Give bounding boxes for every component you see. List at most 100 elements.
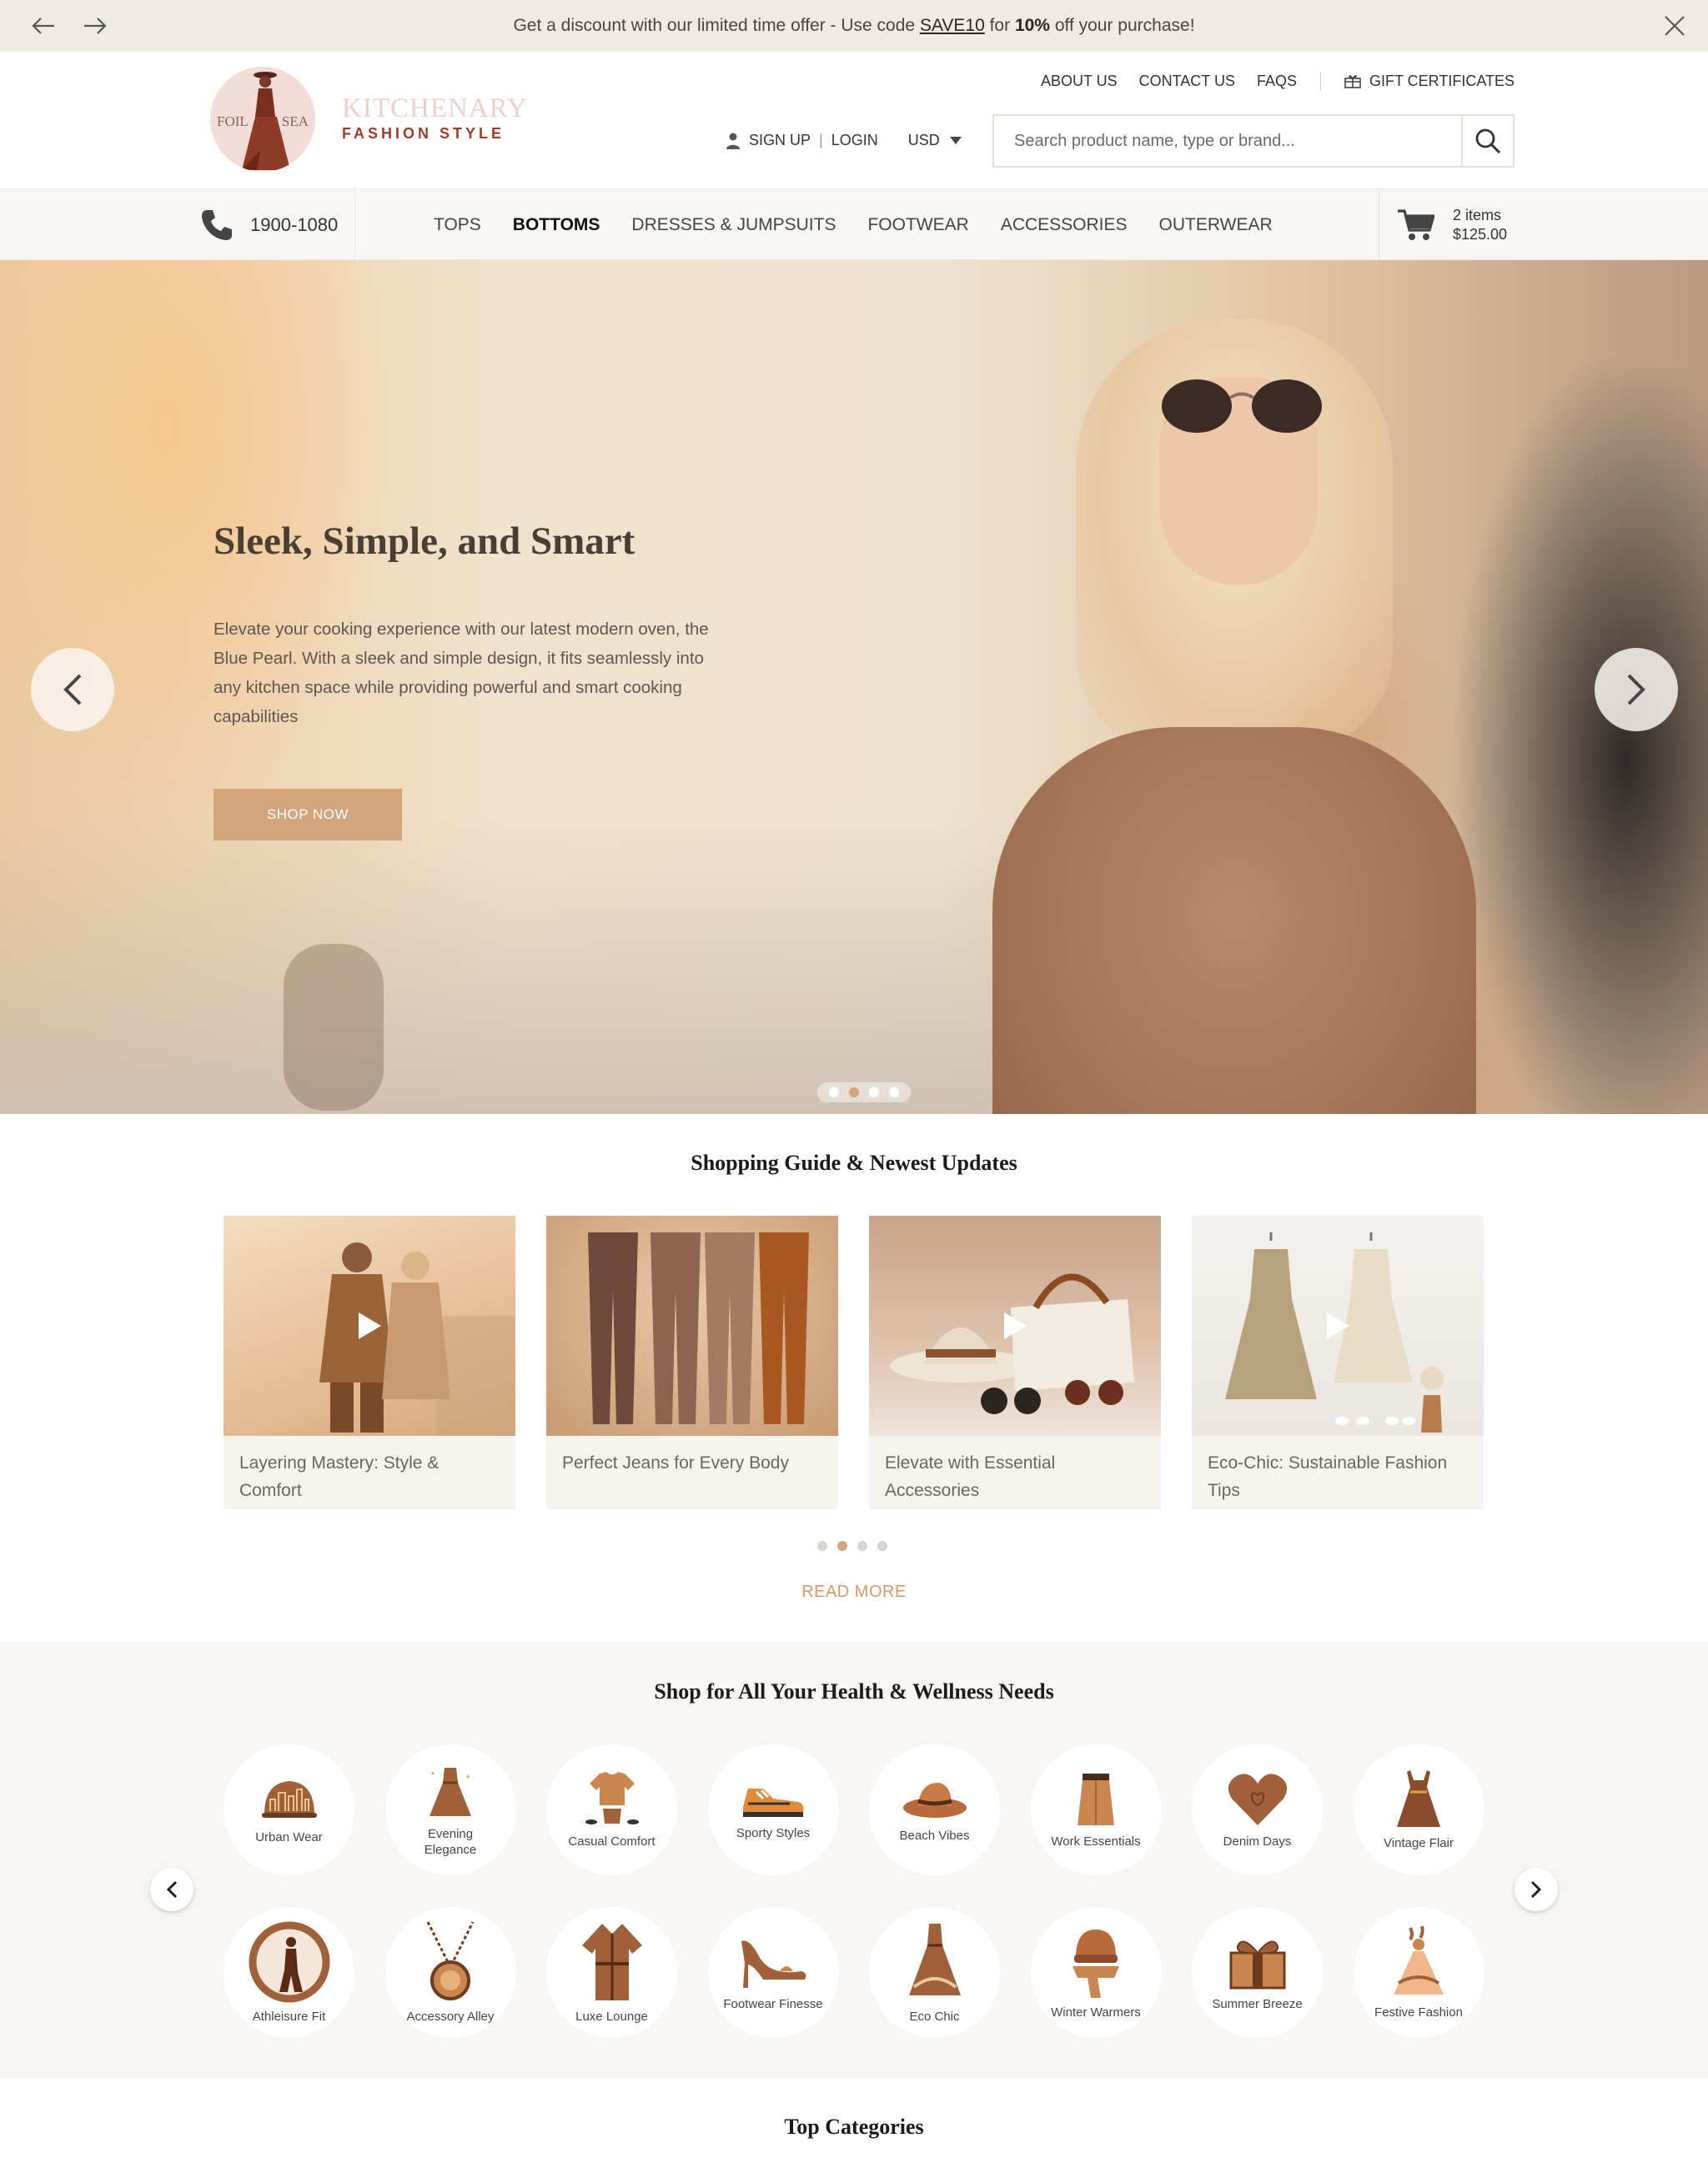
- category-urban-wear[interactable]: Urban Wear: [224, 1744, 354, 1875]
- top-categories-title: Top Categories: [784, 2115, 924, 2139]
- guide-dot[interactable]: [857, 1541, 867, 1551]
- guide-pagination: [817, 1541, 887, 1551]
- hat-city-icon: [261, 1781, 317, 1818]
- category-label: Vintage Flair: [1384, 1836, 1454, 1850]
- search-box: [992, 114, 1515, 168]
- hero-dot-active[interactable]: [849, 1087, 859, 1097]
- hero-description: Elevate your cooking experience with our…: [214, 620, 709, 726]
- category-summer-breeze[interactable]: Summer Breeze: [1192, 1907, 1323, 2038]
- categories-next-button[interactable]: [1515, 1868, 1558, 1911]
- nav-item-accessories[interactable]: ACCESSORIES: [1001, 215, 1128, 235]
- site-header: FOIL SEA KITCHENARY FASHION STYLE ABOUT …: [0, 52, 1708, 188]
- category-sporty-styles[interactable]: Sporty Styles: [707, 1744, 839, 1875]
- guide-card[interactable]: Elevate with Essential Accessories: [869, 1216, 1161, 1509]
- contact-us-link[interactable]: CONTACT US: [1139, 73, 1235, 90]
- category-beach-vibes[interactable]: Beach Vibes: [869, 1744, 1000, 1875]
- forward-arrow-icon[interactable]: [78, 9, 112, 43]
- account-links: SIGN UP | LOGIN USD: [726, 132, 962, 149]
- category-vintage-flair[interactable]: Vintage Flair: [1353, 1744, 1484, 1875]
- hero-prev-button[interactable]: [31, 648, 114, 731]
- back-arrow-icon[interactable]: [27, 9, 60, 43]
- category-footwear-finesse[interactable]: Footwear Finesse: [707, 1907, 839, 2038]
- category-casual-comfort[interactable]: Casual Comfort: [546, 1744, 677, 1875]
- hero-next-button[interactable]: [1595, 648, 1678, 731]
- close-icon[interactable]: [1658, 9, 1691, 43]
- logo[interactable]: FOIL SEA: [210, 67, 315, 172]
- category-label: Festive Fashion: [1374, 2005, 1463, 2020]
- nav-item-footwear[interactable]: FOOTWEAR: [867, 215, 968, 235]
- category-label: Footwear Finesse: [723, 1997, 823, 2011]
- gift-certificates-link[interactable]: GIFT CERTIFICATES: [1344, 73, 1515, 90]
- category-eco-chic[interactable]: Eco Chic: [869, 1907, 1000, 2038]
- high-heel-icon: [741, 1940, 806, 1988]
- guide-card[interactable]: Eco-Chic: Sustainable Fashion Tips: [1192, 1216, 1484, 1509]
- category-grid: Urban Wear Evening Elegance Casual Comfo…: [224, 1744, 1484, 2038]
- wellness-section-title: Shop for All Your Health & Wellness Need…: [654, 1679, 1054, 1704]
- account-separator: |: [819, 132, 823, 148]
- read-more-link[interactable]: READ MORE: [0, 1583, 1708, 1602]
- cart-summary[interactable]: 2 items $125.00: [1398, 189, 1507, 261]
- user-icon: [726, 133, 740, 149]
- nav-divider-left: [354, 189, 355, 261]
- cart-text: 2 items $125.00: [1453, 206, 1507, 244]
- about-us-link[interactable]: ABOUT US: [1041, 73, 1118, 90]
- gift-certificates-label: GIFT CERTIFICATES: [1369, 72, 1515, 89]
- guide-cards: Layering Mastery: Style & Comfort Perfec…: [224, 1216, 1484, 1509]
- nav-item-tops[interactable]: TOPS: [434, 215, 481, 235]
- heart-icon: [1228, 1774, 1287, 1825]
- hero-background-pedestrian: [284, 944, 384, 1111]
- category-winter-warmers[interactable]: Winter Warmers: [1030, 1907, 1162, 2038]
- promo-code[interactable]: SAVE10: [920, 16, 985, 35]
- hero-dot[interactable]: [869, 1087, 879, 1097]
- phone-number: 1900-1080: [250, 214, 339, 235]
- category-evening-elegance[interactable]: Evening Elegance: [384, 1744, 516, 1875]
- shop-now-button[interactable]: SHOP NOW: [214, 789, 402, 841]
- category-athleisure-fit[interactable]: Athleisure Fit: [224, 1907, 354, 2038]
- search-input[interactable]: [994, 116, 1461, 166]
- category-work-essentials[interactable]: Work Essentials: [1030, 1744, 1162, 1875]
- category-luxe-lounge[interactable]: Luxe Lounge: [546, 1907, 677, 2038]
- top-links: ABOUT US CONTACT US FAQS GIFT CERTIFICAT…: [1041, 72, 1515, 90]
- login-link[interactable]: LOGIN: [831, 132, 878, 149]
- nav-item-dresses-jumpsuits[interactable]: DRESSES & JUMPSUITS: [631, 215, 836, 235]
- phone-contact[interactable]: 1900-1080: [200, 189, 338, 261]
- sneaker-icon: [743, 1789, 804, 1817]
- nav-item-outerwear[interactable]: OUTERWEAR: [1159, 215, 1273, 235]
- category-label: Beach Vibes: [899, 1829, 970, 1843]
- guide-card[interactable]: Perfect Jeans for Every Body: [546, 1216, 838, 1509]
- categories-prev-button[interactable]: [150, 1868, 193, 1911]
- play-icon: [1317, 1305, 1359, 1347]
- hero-dot[interactable]: [889, 1087, 899, 1097]
- jeans-image: [588, 1232, 809, 1424]
- phone-icon: [202, 210, 232, 240]
- chevron-right-icon: [1530, 1880, 1542, 1899]
- category-denim-days[interactable]: Denim Days: [1192, 1744, 1323, 1875]
- guide-dot[interactable]: [877, 1541, 887, 1551]
- gift-icon: [1344, 75, 1361, 88]
- category-label: Work Essentials: [1051, 1834, 1141, 1849]
- category-accessory-alley[interactable]: Accessory Alley: [384, 1907, 516, 2038]
- guide-card[interactable]: Layering Mastery: Style & Comfort: [224, 1216, 515, 1509]
- brand-tagline: FASHION STYLE: [342, 125, 505, 142]
- faqs-link[interactable]: FAQS: [1257, 73, 1297, 90]
- hero-dot[interactable]: [829, 1087, 839, 1097]
- hero-model-sweater: [992, 727, 1476, 1114]
- category-festive-fashion[interactable]: Festive Fashion: [1353, 1907, 1484, 2038]
- nav-item-bottoms[interactable]: BOTTOMS: [513, 215, 600, 235]
- guide-dot[interactable]: [817, 1541, 827, 1551]
- logo-text-left: FOIL: [217, 113, 249, 129]
- currency-select[interactable]: USD: [908, 132, 962, 149]
- logo-text-right: SEA: [281, 113, 309, 129]
- guide-dot-active[interactable]: [837, 1541, 847, 1551]
- search-button[interactable]: [1461, 116, 1513, 166]
- promo-text-before: Get a discount with our limited time off…: [513, 16, 920, 35]
- category-label: Athleisure Fit: [252, 2010, 326, 2024]
- category-menu: TOPS BOTTOMS DRESSES & JUMPSUITS FOOTWEA…: [434, 189, 1273, 261]
- chevron-left-icon: [63, 674, 82, 705]
- sign-up-link[interactable]: SIGN UP: [749, 132, 811, 149]
- hero-banner: Sleek, Simple, and Smart Elevate your co…: [0, 260, 1708, 1114]
- sun-hat-icon: [902, 1783, 967, 1818]
- category-label: Casual Comfort: [568, 1834, 656, 1849]
- hero-street-blur: [0, 814, 1084, 1114]
- promo-bar: Get a discount with our limited time off…: [0, 0, 1708, 52]
